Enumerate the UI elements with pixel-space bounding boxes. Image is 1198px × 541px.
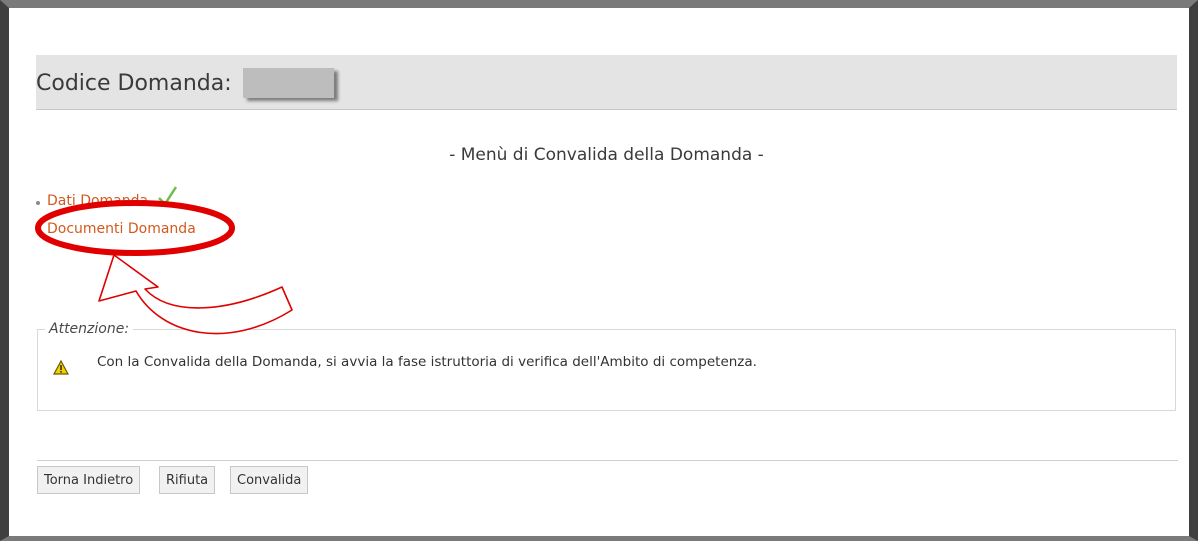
codice-domanda-label: Codice Domanda: <box>36 71 232 96</box>
divider <box>37 460 1178 461</box>
warning-icon <box>53 360 69 375</box>
bullet-icon <box>36 229 40 233</box>
codice-domanda-value-redacted <box>243 68 334 98</box>
validate-button[interactable]: Convalida <box>230 466 309 494</box>
notice-legend: Attenzione: <box>45 321 134 337</box>
notice-box <box>37 329 1176 411</box>
back-button[interactable]: Torna Indietro <box>37 466 141 494</box>
menu-title: - Menù di Convalida della Domanda - <box>449 145 764 165</box>
reject-button[interactable]: Rifiuta <box>159 466 216 494</box>
bullet-icon <box>36 201 40 205</box>
documenti-domanda-link[interactable]: Documenti Domanda <box>47 221 196 237</box>
dati-domanda-link[interactable]: Dati Domanda <box>47 193 148 209</box>
notice-text: Con la Convalida della Domanda, si avvia… <box>97 354 757 370</box>
checkmark-icon <box>158 186 178 206</box>
header-bar: Codice Domanda: <box>36 55 1177 110</box>
